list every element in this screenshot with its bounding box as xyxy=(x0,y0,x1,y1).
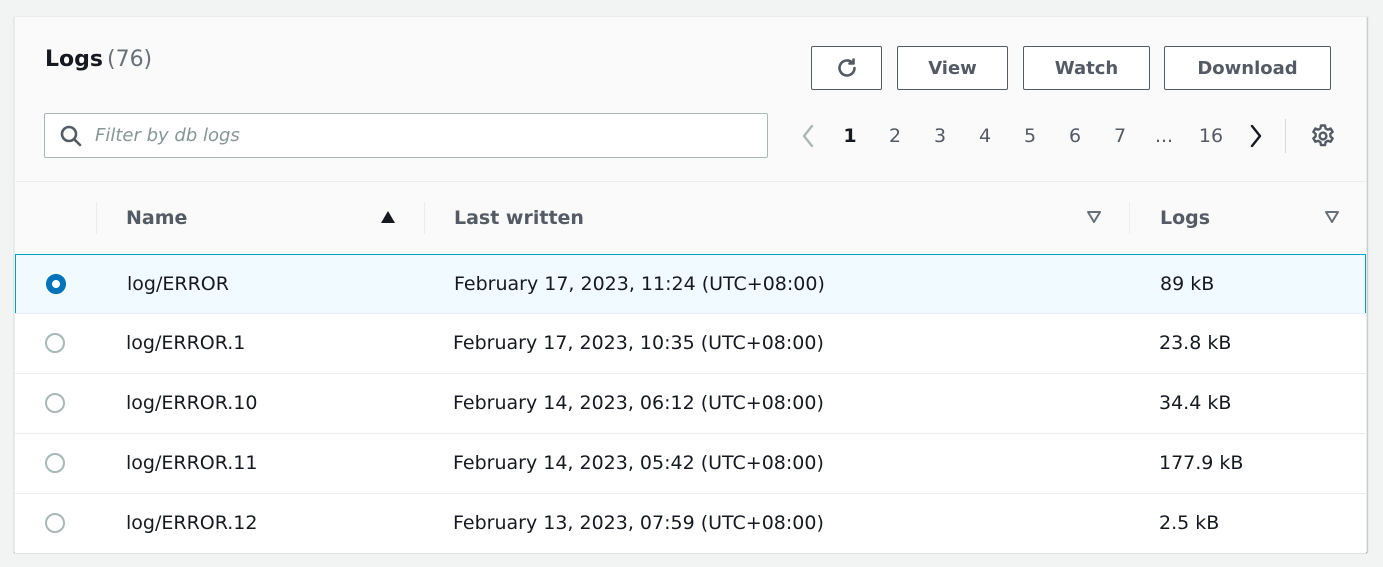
logs-count: (76) xyxy=(106,47,153,72)
column-header-name[interactable]: Name xyxy=(126,182,187,253)
refresh-icon xyxy=(835,56,859,80)
column-divider xyxy=(96,202,97,234)
log-size: 2.5 kB xyxy=(1159,512,1220,534)
log-name: log/ERROR.1 xyxy=(126,332,246,354)
row-radio[interactable] xyxy=(45,513,65,533)
log-size: 89 kB xyxy=(1160,273,1215,295)
filter-search-box[interactable] xyxy=(44,113,768,158)
sort-ascending-icon[interactable] xyxy=(380,210,396,224)
column-divider xyxy=(424,202,425,234)
page-3[interactable]: 3 xyxy=(929,117,951,155)
last-written: February 17, 2023, 11:24 (UTC+08:00) xyxy=(454,273,825,295)
last-written: February 17, 2023, 10:35 (UTC+08:00) xyxy=(453,332,824,354)
log-name: log/ERROR.11 xyxy=(126,452,258,474)
page-6[interactable]: 6 xyxy=(1064,117,1086,155)
page-16[interactable]: 16 xyxy=(1195,117,1227,155)
page-7[interactable]: 7 xyxy=(1109,117,1131,155)
table-row[interactable]: log/ERROR.11 February 14, 2023, 05:42 (U… xyxy=(15,433,1366,493)
watch-button[interactable]: Watch xyxy=(1023,46,1150,90)
last-written: February 14, 2023, 06:12 (UTC+08:00) xyxy=(453,392,824,414)
refresh-button[interactable] xyxy=(811,46,882,90)
row-radio[interactable] xyxy=(45,453,65,473)
pagination-divider xyxy=(1285,119,1286,153)
log-name: log/ERROR.12 xyxy=(126,512,258,534)
search-icon xyxy=(59,124,83,148)
page-title: Logs (76) xyxy=(45,47,152,72)
table-row[interactable]: log/ERROR.10 February 14, 2023, 06:12 (U… xyxy=(15,373,1366,433)
column-divider xyxy=(1129,202,1130,234)
download-button[interactable]: Download xyxy=(1164,46,1331,90)
page-ellipsis: ... xyxy=(1154,125,1174,147)
sort-caret-down-icon[interactable] xyxy=(1086,210,1102,224)
row-radio[interactable] xyxy=(45,333,65,353)
page-1[interactable]: 1 xyxy=(839,117,861,155)
page-2[interactable]: 2 xyxy=(884,117,906,155)
page-4[interactable]: 4 xyxy=(974,117,996,155)
column-header-last-written[interactable]: Last written xyxy=(454,182,584,253)
logs-title: Logs xyxy=(45,47,103,72)
sort-caret-down-icon[interactable] xyxy=(1324,210,1340,224)
log-size: 177.9 kB xyxy=(1159,452,1244,474)
table-header: Name Last written Logs xyxy=(15,181,1366,253)
logs-panel: Logs(76) View Watch Download 1 2 3 4 5 6 xyxy=(14,16,1367,553)
table-row[interactable]: log/ERROR February 17, 2023, 11:24 (UTC+… xyxy=(15,254,1366,314)
table-row[interactable]: log/ERROR.1 February 17, 2023, 10:35 (UT… xyxy=(15,313,1366,373)
filter-input[interactable] xyxy=(93,124,737,147)
log-name: log/ERROR.10 xyxy=(126,392,258,414)
gear-icon[interactable] xyxy=(1308,117,1338,155)
chevron-right-icon[interactable] xyxy=(1243,117,1269,155)
log-size: 34.4 kB xyxy=(1159,392,1232,414)
page-5[interactable]: 5 xyxy=(1019,117,1041,155)
row-radio-selected[interactable] xyxy=(46,274,66,294)
chevron-left-icon[interactable] xyxy=(795,117,821,155)
last-written: February 14, 2023, 05:42 (UTC+08:00) xyxy=(453,452,824,474)
row-radio[interactable] xyxy=(45,393,65,413)
log-size: 23.8 kB xyxy=(1159,332,1232,354)
view-button[interactable]: View xyxy=(897,46,1008,90)
table-row[interactable]: log/ERROR.12 February 13, 2023, 07:59 (U… xyxy=(15,493,1366,553)
column-header-logs[interactable]: Logs xyxy=(1160,182,1210,253)
last-written: February 13, 2023, 07:59 (UTC+08:00) xyxy=(453,512,824,534)
log-name: log/ERROR xyxy=(127,273,229,295)
